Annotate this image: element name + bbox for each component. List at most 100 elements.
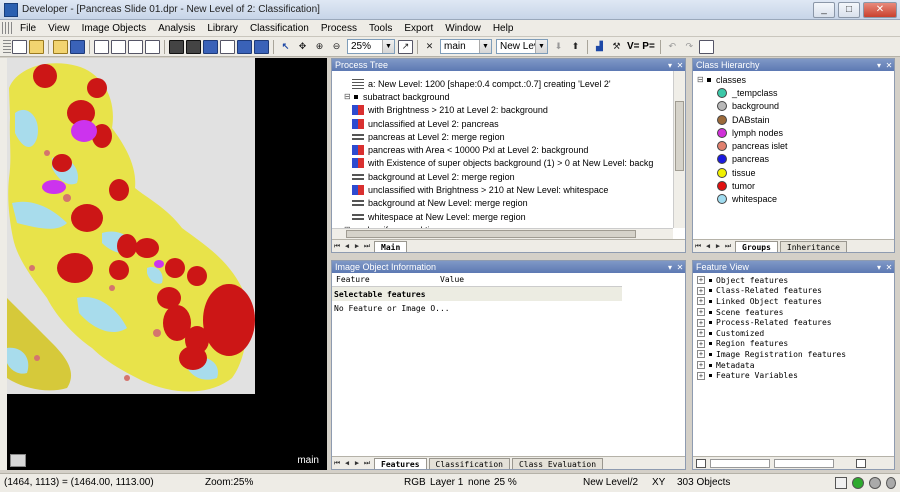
feature-group[interactable]: + Feature Variables: [697, 370, 892, 381]
expand-plus-icon[interactable]: +: [697, 308, 705, 317]
process-tree-row[interactable]: background at New Level: merge region: [332, 197, 673, 210]
scroll-thumb[interactable]: [675, 101, 684, 171]
zoom-in-icon[interactable]: ⊕: [312, 40, 327, 54]
first-tab-icon[interactable]: ⏮: [332, 459, 342, 468]
scroll-thumb[interactable]: [346, 230, 636, 238]
grid-view-icon[interactable]: [145, 39, 160, 54]
feature-group[interactable]: + Customized: [697, 328, 892, 339]
polygon-icon[interactable]: [254, 39, 269, 54]
process-tree-row[interactable]: with Brightness > 210 at Level 2: backgr…: [332, 104, 673, 117]
process-tree-row[interactable]: with Existence of super objects backgrou…: [332, 157, 673, 170]
process-tree-row[interactable]: unclassified at Level 2: pancreas: [332, 117, 673, 130]
chart-icon[interactable]: ▟: [592, 40, 607, 54]
prev-tab-icon[interactable]: ◀: [703, 242, 713, 250]
tab-features[interactable]: Features: [374, 458, 427, 469]
show-outlines-icon[interactable]: [169, 39, 184, 54]
feature-min-field[interactable]: [710, 458, 770, 468]
pin-icon[interactable]: ▾: [665, 263, 675, 272]
expand-plus-icon[interactable]: +: [697, 329, 705, 338]
options-icon[interactable]: [698, 39, 714, 54]
feature-list[interactable]: + Object features + Class-Related features +…: [697, 275, 892, 381]
level-down-icon[interactable]: ⬇: [551, 40, 566, 54]
menu-analysis[interactable]: Analysis: [152, 23, 201, 34]
menu-view[interactable]: View: [42, 23, 76, 34]
pan-icon[interactable]: ✥: [295, 40, 310, 54]
col-value[interactable]: Value: [436, 275, 464, 284]
class-item[interactable]: background: [697, 100, 892, 113]
menu-file[interactable]: File: [14, 23, 42, 34]
view-navigator-icon[interactable]: [10, 454, 26, 467]
expand-plus-icon[interactable]: +: [697, 371, 705, 380]
zoom-combo[interactable]: 25% ▼: [347, 39, 395, 54]
class-item[interactable]: DABstain: [697, 113, 892, 126]
expand-plus-icon[interactable]: +: [697, 339, 705, 348]
class-item[interactable]: tumor: [697, 179, 892, 192]
first-tab-icon[interactable]: ⏮: [332, 242, 342, 251]
close-button[interactable]: ✕: [863, 1, 897, 18]
feature-apply-checkbox[interactable]: [856, 458, 866, 468]
menu-help[interactable]: Help: [487, 23, 520, 34]
pixel-view-icon[interactable]: [203, 39, 218, 54]
class-item[interactable]: _tempclass: [697, 86, 892, 99]
last-tab-icon[interactable]: ⏭: [362, 459, 372, 468]
menu-process[interactable]: Process: [315, 23, 363, 34]
undo-icon[interactable]: ↶: [665, 40, 680, 54]
close-icon[interactable]: ✕: [884, 61, 894, 70]
feature-group[interactable]: + Scene features: [697, 307, 892, 318]
process-tree-row[interactable]: ⊟ subatract background: [332, 90, 673, 103]
pin-icon[interactable]: ▾: [665, 61, 675, 70]
prev-tab-icon[interactable]: ◀: [342, 459, 352, 467]
expand-plus-icon[interactable]: +: [697, 350, 705, 359]
image-view[interactable]: main: [7, 58, 327, 470]
zoom-fit-icon[interactable]: ↗: [398, 39, 413, 54]
level-up-icon[interactable]: ⬆: [568, 40, 583, 54]
feature-group[interactable]: + Class-Related features: [697, 286, 892, 297]
close-icon[interactable]: ✕: [884, 263, 894, 272]
redo-icon[interactable]: ↷: [682, 40, 697, 54]
feature-group[interactable]: + Object features: [697, 275, 892, 286]
process-tree-vscroll[interactable]: [673, 71, 685, 228]
col-feature[interactable]: Feature: [332, 275, 436, 284]
expand-plus-icon[interactable]: +: [697, 286, 705, 295]
expand-plus-icon[interactable]: +: [697, 276, 705, 285]
feature-group[interactable]: + Metadata: [697, 360, 892, 371]
process-tree-row[interactable]: background at Level 2: merge region: [332, 170, 673, 183]
process-tree-row[interactable]: pancreas at Level 2: merge region: [332, 130, 673, 143]
tab-groups[interactable]: Groups: [735, 241, 778, 252]
class-item[interactable]: tissue: [697, 166, 892, 179]
last-tab-icon[interactable]: ⏭: [362, 242, 372, 251]
menu-tools[interactable]: Tools: [363, 23, 398, 34]
feature-group[interactable]: + Process-Related features: [697, 317, 892, 328]
feature-group[interactable]: + Region features: [697, 339, 892, 350]
close-icon[interactable]: ✕: [675, 61, 685, 70]
zoom-out-icon[interactable]: ⊖: [329, 40, 344, 54]
open-folder-icon[interactable]: [29, 39, 44, 54]
expander-icon[interactable]: ⊟: [344, 92, 352, 101]
next-tab-icon[interactable]: ▶: [713, 242, 723, 250]
feature-group[interactable]: + Image Registration features: [697, 349, 892, 360]
pointer-icon[interactable]: ↖: [278, 40, 293, 54]
layer-mix-icon[interactable]: [237, 39, 252, 54]
prev-tab-icon[interactable]: ◀: [342, 242, 352, 250]
class-root[interactable]: ⊟ classes: [697, 73, 892, 86]
expander-icon[interactable]: ⊟: [697, 75, 705, 84]
feature-group[interactable]: + Linked Object features: [697, 296, 892, 307]
new-project-icon[interactable]: [12, 39, 27, 54]
close-icon[interactable]: ✕: [675, 263, 685, 272]
save-icon[interactable]: [70, 39, 85, 54]
feature-table[interactable]: Feature Value Selectable features No Fea…: [332, 273, 622, 315]
menu-export[interactable]: Export: [398, 23, 439, 34]
class-item[interactable]: pancreas islet: [697, 139, 892, 152]
show-classification-icon[interactable]: [186, 39, 201, 54]
menu-library[interactable]: Library: [201, 23, 244, 34]
classification-image[interactable]: [7, 58, 327, 470]
class-item[interactable]: pancreas: [697, 153, 892, 166]
feature-range-checkbox[interactable]: [696, 458, 706, 468]
tab-classification[interactable]: Classification: [428, 458, 510, 469]
class-item[interactable]: lymph nodes: [697, 126, 892, 139]
tab-class-evaluation[interactable]: Class Evaluation: [511, 458, 604, 469]
minimize-button[interactable]: _: [813, 1, 835, 18]
split-view-icon[interactable]: [111, 39, 126, 54]
pin-icon[interactable]: ▾: [874, 61, 884, 70]
process-tree-row[interactable]: whitespace at New Level: merge region: [332, 210, 673, 223]
